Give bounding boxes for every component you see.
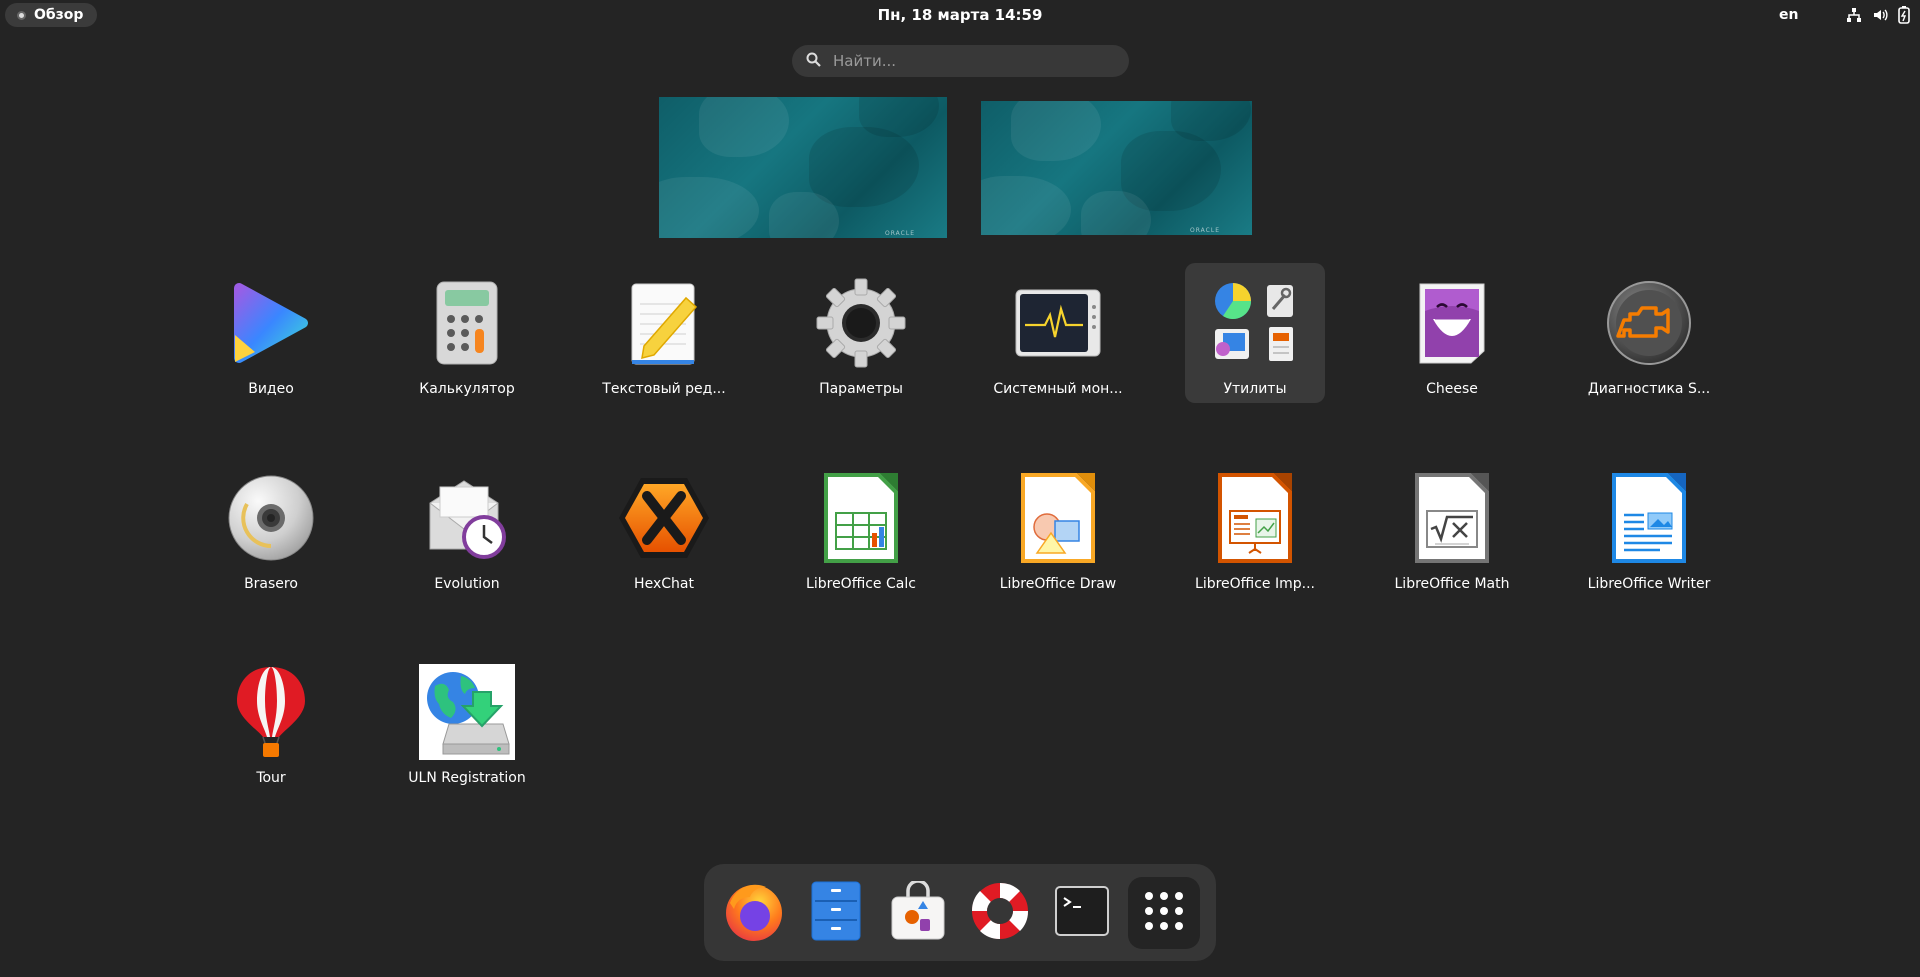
app-system-monitor[interactable]: Системный мон... [988, 263, 1128, 403]
search-icon [806, 52, 821, 71]
brasero-icon [223, 470, 319, 566]
app-hexchat[interactable]: HexChat [594, 458, 734, 598]
app-libreoffice-math[interactable]: LibreOffice Math [1382, 458, 1522, 598]
system-tray[interactable] [1846, 6, 1910, 24]
help-icon [969, 880, 1031, 946]
app-uln-registration[interactable]: ULN Registration [397, 652, 537, 792]
libreoffice-writer-icon [1601, 470, 1697, 566]
app-label: Калькулятор [419, 381, 515, 397]
libreoffice-calc-icon [813, 470, 909, 566]
app-label: Видео [248, 381, 294, 397]
app-label: Утилиты [1223, 381, 1287, 397]
utilities-folder-icon [1207, 275, 1303, 371]
dash [704, 864, 1216, 961]
search-input[interactable] [831, 51, 1095, 71]
app-label: Системный мон... [993, 381, 1123, 397]
workspace-watermark: ORACLE [885, 230, 915, 237]
files-icon [811, 881, 861, 945]
app-label: Текстовый ред... [602, 381, 726, 397]
app-text-editor[interactable]: Текстовый ред... [594, 263, 734, 403]
activities-button[interactable]: Обзор [5, 3, 98, 27]
calculator-icon [419, 275, 515, 371]
network-icon [1846, 7, 1862, 23]
top-bar: Обзор Пн, 18 марта 14:59 en [0, 0, 1920, 31]
show-apps-button[interactable] [1128, 877, 1200, 949]
software-icon [888, 879, 948, 945]
settings-icon [813, 275, 909, 371]
app-label: ULN Registration [408, 770, 526, 786]
date-time[interactable]: Пн, 18 марта 14:59 [878, 6, 1043, 24]
app-brasero[interactable]: Brasero [201, 458, 341, 598]
dash-terminal[interactable] [1046, 877, 1118, 949]
tour-icon [223, 664, 319, 760]
activities-indicator-icon [17, 10, 26, 20]
terminal-icon [1055, 886, 1109, 940]
workspace-watermark: ORACLE [1190, 227, 1220, 234]
clock: Пн, 18 марта 14:59 [0, 6, 1920, 24]
diagnostics-icon [1601, 275, 1697, 371]
workspace-thumbnail-2[interactable]: ORACLE [981, 101, 1252, 235]
cheese-icon [1404, 275, 1500, 371]
battery-icon [1898, 6, 1910, 24]
app-label: Диагностика S... [1587, 381, 1711, 397]
dash-software[interactable] [882, 877, 954, 949]
app-evolution[interactable]: Evolution [397, 458, 537, 598]
workspace-thumbnail-1[interactable]: ORACLE [659, 97, 947, 238]
app-label: Evolution [434, 576, 500, 592]
dash-firefox[interactable] [718, 877, 790, 949]
keyboard-layout-indicator[interactable]: en [1779, 7, 1798, 23]
app-libreoffice-writer[interactable]: LibreOffice Writer [1579, 458, 1719, 598]
uln-registration-icon [419, 664, 515, 760]
text-editor-icon [616, 275, 712, 371]
libreoffice-draw-icon [1010, 470, 1106, 566]
app-libreoffice-calc[interactable]: LibreOffice Calc [791, 458, 931, 598]
app-label: Tour [256, 770, 286, 786]
app-label: LibreOffice Calc [806, 576, 916, 592]
app-libreoffice-impress[interactable]: LibreOffice Imp... [1185, 458, 1325, 598]
app-settings[interactable]: Параметры [791, 263, 931, 403]
app-label: LibreOffice Math [1394, 576, 1510, 592]
firefox-icon [722, 879, 786, 947]
app-label: LibreOffice Draw [999, 576, 1117, 592]
app-label: LibreOffice Writer [1587, 576, 1711, 592]
app-calculator[interactable]: Калькулятор [397, 263, 537, 403]
app-label: HexChat [634, 576, 694, 592]
app-tour[interactable]: Tour [201, 652, 341, 792]
app-diagnostics[interactable]: Диагностика S... [1579, 263, 1719, 403]
app-libreoffice-draw[interactable]: LibreOffice Draw [988, 458, 1128, 598]
app-label: LibreOffice Imp... [1195, 576, 1315, 592]
show-apps-grid-icon [1143, 890, 1185, 936]
video-player-icon [223, 275, 319, 371]
system-monitor-icon [1010, 275, 1106, 371]
evolution-icon [419, 470, 515, 566]
app-label: Cheese [1426, 381, 1478, 397]
app-video[interactable]: Видео [201, 263, 341, 403]
activities-label: Обзор [34, 7, 84, 23]
app-cheese[interactable]: Cheese [1382, 263, 1522, 403]
app-label: Brasero [244, 576, 298, 592]
search-bar[interactable] [792, 45, 1129, 77]
hexchat-icon [616, 470, 712, 566]
app-label: Параметры [819, 381, 903, 397]
dash-help[interactable] [964, 877, 1036, 949]
app-folder-utilities[interactable]: Утилиты [1185, 263, 1325, 403]
dash-files[interactable] [800, 877, 872, 949]
libreoffice-impress-icon [1207, 470, 1303, 566]
libreoffice-math-icon [1404, 470, 1500, 566]
volume-icon [1872, 7, 1888, 23]
